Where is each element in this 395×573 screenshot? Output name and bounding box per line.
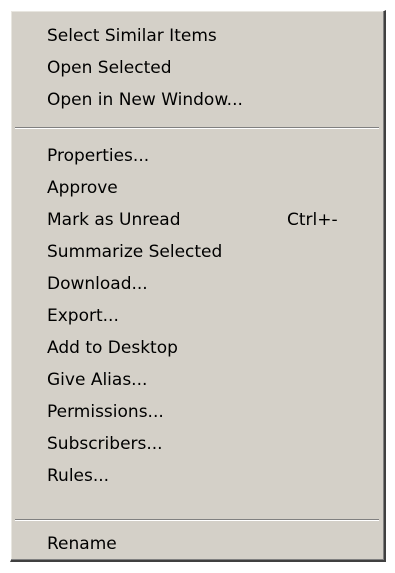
menu-item-give-alias[interactable]: Give Alias... <box>11 365 383 395</box>
menu-item-label: Summarize Selected <box>47 242 223 262</box>
menu-item-permissions[interactable]: Permissions... <box>11 397 383 427</box>
menu-item-label: Mark as Unread <box>47 210 181 230</box>
menu-item-add-to-desktop[interactable]: Add to Desktop <box>11 333 383 363</box>
menu-item-approve[interactable]: Approve <box>11 173 383 203</box>
menu-item-download[interactable]: Download... <box>11 269 383 299</box>
background-top <box>0 0 395 10</box>
menu-item-select-similar-items[interactable]: Select Similar Items <box>11 21 383 51</box>
menu-item-label: Subscribers... <box>47 434 163 454</box>
menu-item-mark-as-unread[interactable]: Mark as Unread Ctrl+- <box>11 205 383 235</box>
menu-item-label: Approve <box>47 178 118 198</box>
menu-item-label: Export... <box>47 306 119 326</box>
menu-separator <box>15 519 379 521</box>
context-menu: Select Similar Items Open Selected Open … <box>10 10 386 562</box>
menu-item-label: Give Alias... <box>47 370 148 390</box>
menu-item-label: Rules... <box>47 466 110 486</box>
menu-item-rename[interactable]: Rename <box>11 529 383 559</box>
menu-item-label: Select Similar Items <box>47 26 217 46</box>
menu-item-label: Rename <box>47 534 117 554</box>
menu-item-summarize-selected[interactable]: Summarize Selected <box>11 237 383 267</box>
menu-item-label: Permissions... <box>47 402 164 422</box>
menu-item-open-selected[interactable]: Open Selected <box>11 53 383 83</box>
menu-item-export[interactable]: Export... <box>11 301 383 331</box>
menu-item-rules[interactable]: Rules... <box>11 461 383 491</box>
menu-item-label: Download... <box>47 274 148 294</box>
menu-item-open-in-new-window[interactable]: Open in New Window... <box>11 85 383 115</box>
menu-item-label: Open Selected <box>47 58 172 78</box>
menu-separator <box>15 127 379 129</box>
menu-item-shortcut: Ctrl+- <box>287 210 338 230</box>
menu-item-label: Add to Desktop <box>47 338 178 358</box>
menu-item-label: Open in New Window... <box>47 90 243 110</box>
menu-item-label: Properties... <box>47 146 150 166</box>
menu-item-properties[interactable]: Properties... <box>11 141 383 171</box>
menu-item-subscribers[interactable]: Subscribers... <box>11 429 383 459</box>
